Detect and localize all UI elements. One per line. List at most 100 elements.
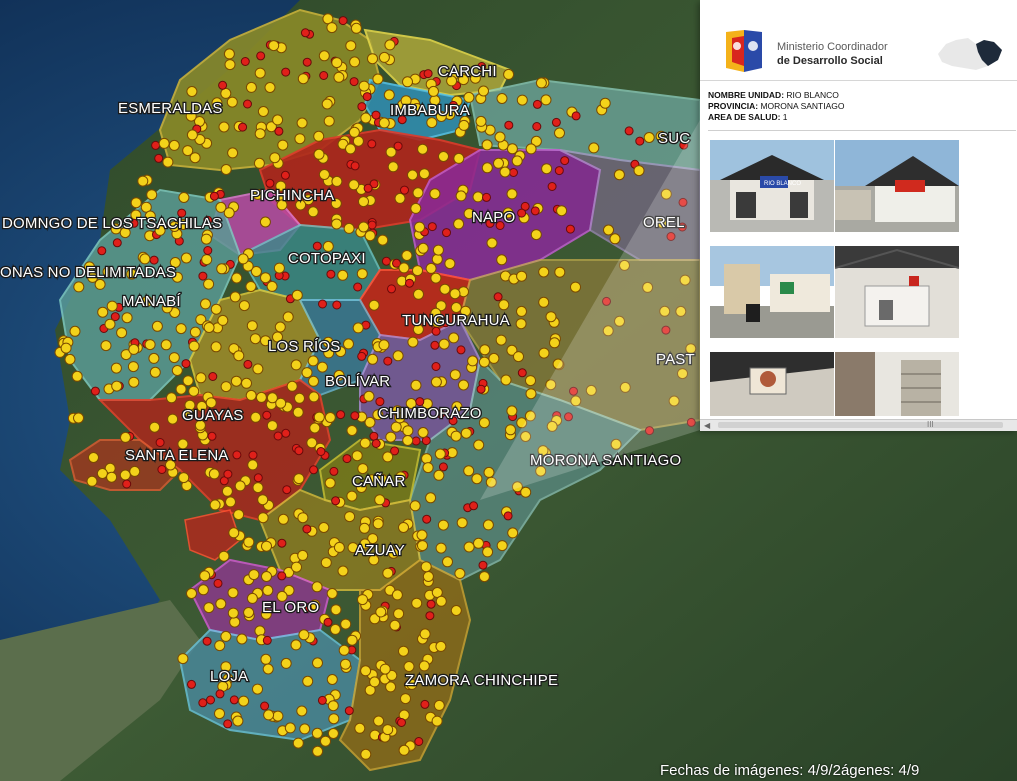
health-unit-marker-red[interactable]	[371, 110, 381, 120]
health-unit-marker[interactable]	[171, 365, 183, 376]
health-unit-marker[interactable]	[245, 389, 257, 401]
health-unit-marker[interactable]	[308, 391, 320, 403]
health-unit-marker[interactable]	[266, 420, 278, 432]
health-unit-marker[interactable]	[293, 473, 305, 485]
health-unit-marker[interactable]	[372, 518, 384, 530]
health-unit-marker-red[interactable]	[371, 439, 381, 448]
health-unit-marker[interactable]	[389, 619, 401, 631]
health-unit-marker[interactable]	[168, 352, 180, 364]
health-unit-marker[interactable]	[456, 517, 468, 529]
health-unit-marker[interactable]	[227, 147, 239, 159]
health-unit-marker[interactable]	[220, 381, 232, 393]
health-unit-marker[interactable]	[262, 663, 274, 675]
health-unit-marker[interactable]	[188, 340, 200, 352]
health-unit-marker-red[interactable]	[397, 718, 406, 727]
health-unit-marker-red[interactable]	[560, 156, 570, 166]
health-unit-marker-red[interactable]	[181, 359, 191, 369]
health-unit-marker-red[interactable]	[187, 679, 196, 689]
health-unit-marker[interactable]	[268, 40, 280, 52]
health-unit-marker[interactable]	[178, 472, 190, 484]
health-unit-marker[interactable]	[400, 693, 411, 705]
health-unit-marker[interactable]	[463, 465, 475, 477]
health-unit-marker[interactable]	[354, 722, 366, 734]
health-unit-marker[interactable]	[530, 229, 542, 241]
health-unit-marker[interactable]	[257, 494, 269, 506]
health-unit-marker-red[interactable]	[97, 246, 107, 256]
health-unit-marker-red[interactable]	[294, 446, 304, 456]
health-unit-marker[interactable]	[463, 541, 475, 553]
health-unit-marker[interactable]	[254, 625, 266, 637]
health-unit-marker[interactable]	[291, 289, 303, 301]
health-unit-marker[interactable]	[499, 166, 511, 178]
health-unit-marker[interactable]	[377, 234, 389, 246]
health-unit-marker[interactable]	[410, 379, 422, 391]
health-unit-marker[interactable]	[372, 73, 384, 85]
health-unit-marker-red[interactable]	[157, 465, 167, 474]
health-unit-marker[interactable]	[260, 653, 272, 665]
health-unit-marker-red[interactable]	[208, 372, 218, 381]
health-unit-marker[interactable]	[520, 486, 532, 498]
health-unit-marker[interactable]	[516, 305, 527, 317]
health-unit-marker-red[interactable]	[381, 256, 391, 266]
health-unit-marker[interactable]	[264, 82, 276, 93]
health-unit-marker[interactable]	[421, 453, 433, 465]
health-unit-marker[interactable]	[385, 431, 397, 443]
health-unit-marker[interactable]	[263, 709, 275, 721]
health-unit-marker[interactable]	[513, 351, 524, 363]
health-unit-marker[interactable]	[220, 87, 232, 99]
health-unit-marker-red[interactable]	[207, 431, 217, 441]
health-unit-marker[interactable]	[262, 584, 274, 596]
health-unit-marker-red[interactable]	[223, 469, 233, 479]
health-unit-marker-red[interactable]	[155, 438, 165, 447]
health-unit-marker[interactable]	[374, 494, 386, 506]
health-unit-marker[interactable]	[307, 206, 319, 218]
health-unit-marker-red[interactable]	[554, 166, 564, 176]
health-unit-marker[interactable]	[230, 375, 242, 387]
health-unit-marker[interactable]	[106, 471, 118, 483]
health-unit-marker[interactable]	[299, 723, 311, 735]
health-unit-marker-red[interactable]	[420, 699, 430, 709]
health-unit-marker[interactable]	[199, 570, 211, 582]
health-unit-marker[interactable]	[148, 352, 160, 364]
health-unit-marker[interactable]	[215, 598, 227, 610]
health-unit-marker[interactable]	[86, 475, 98, 487]
health-unit-marker[interactable]	[64, 353, 76, 365]
health-unit-marker-red[interactable]	[229, 695, 239, 705]
health-unit-marker-red[interactable]	[431, 362, 441, 371]
photo-street[interactable]	[710, 246, 834, 338]
health-unit-marker[interactable]	[272, 710, 284, 722]
health-unit-marker-red[interactable]	[332, 300, 342, 310]
health-unit-marker[interactable]	[351, 450, 363, 462]
health-unit-marker[interactable]	[167, 413, 179, 425]
health-unit-marker[interactable]	[178, 192, 190, 203]
health-unit-marker[interactable]	[449, 369, 461, 381]
health-unit-marker[interactable]	[216, 263, 228, 275]
health-unit-marker[interactable]	[346, 634, 358, 646]
health-unit-marker[interactable]	[284, 722, 296, 734]
health-unit-marker[interactable]	[498, 299, 510, 311]
health-unit-marker-red[interactable]	[635, 136, 645, 146]
health-unit-marker-red[interactable]	[154, 153, 164, 163]
health-unit-marker[interactable]	[252, 363, 264, 375]
health-unit-marker-red[interactable]	[357, 351, 367, 361]
health-unit-marker[interactable]	[129, 465, 141, 477]
health-unit-marker-red[interactable]	[367, 220, 377, 230]
health-unit-marker-red[interactable]	[262, 410, 272, 420]
health-unit-marker[interactable]	[432, 244, 444, 256]
health-unit-marker[interactable]	[378, 339, 390, 351]
health-unit-marker[interactable]	[158, 137, 170, 149]
health-unit-marker[interactable]	[418, 168, 430, 180]
health-unit-marker[interactable]	[311, 581, 323, 593]
health-unit-marker[interactable]	[541, 163, 553, 175]
health-unit-marker[interactable]	[359, 522, 370, 534]
health-unit-marker-red[interactable]	[243, 359, 253, 369]
health-unit-marker[interactable]	[144, 339, 156, 351]
health-unit-marker[interactable]	[249, 333, 261, 345]
health-unit-marker[interactable]	[407, 336, 419, 348]
health-unit-marker[interactable]	[210, 303, 222, 315]
health-unit-marker[interactable]	[128, 343, 140, 355]
health-unit-marker[interactable]	[186, 129, 198, 141]
health-unit-marker-red[interactable]	[532, 122, 542, 131]
health-unit-marker[interactable]	[88, 452, 99, 463]
health-unit-marker[interactable]	[326, 588, 338, 599]
